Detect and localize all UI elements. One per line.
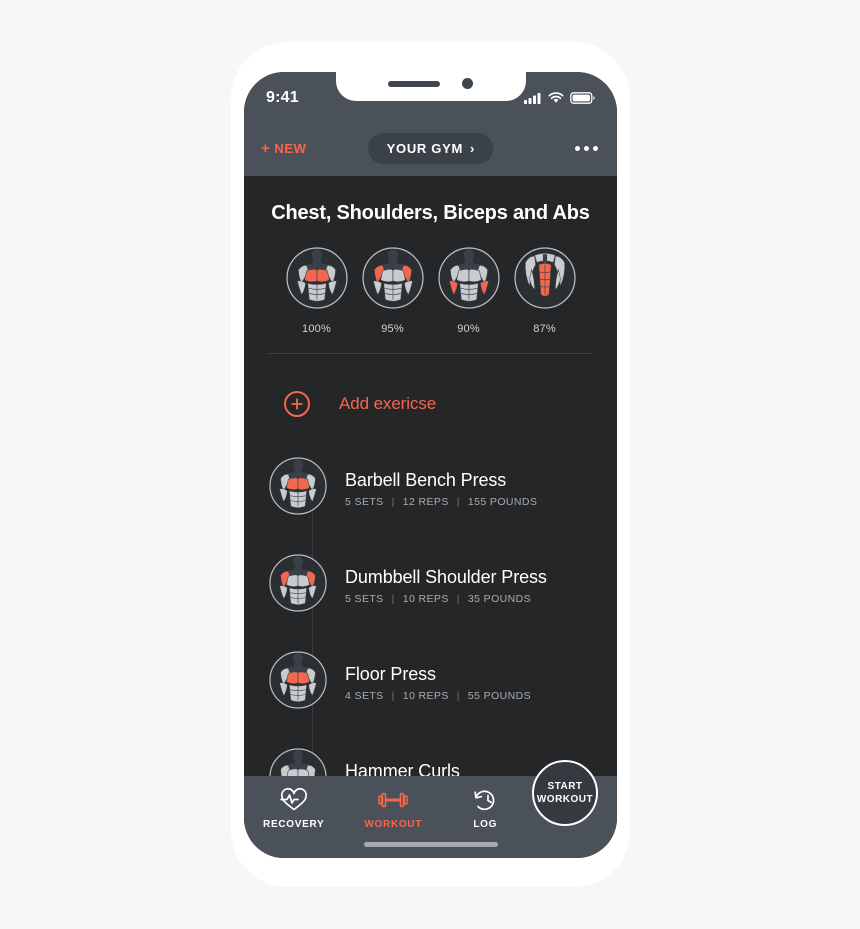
bottom-tab-bar: RECOVERY WORKOUT LOG START WORKOUT xyxy=(244,760,617,858)
exercise-list: Add exericse Barbell Bench Press 5 SETS xyxy=(244,354,617,824)
page-title: Chest, Shoulders, Biceps and Abs xyxy=(271,202,590,224)
exercise-info: Barbell Bench Press 5 SETS | 12 REPS | 1… xyxy=(345,470,537,508)
exercise-thumbnail-chest xyxy=(269,457,327,520)
exercise-row[interactable]: Dumbbell Shoulder Press 5 SETS | 10 REPS… xyxy=(244,537,617,634)
muscle-diagram-chest xyxy=(285,247,348,314)
exercise-reps: 10 REPS xyxy=(402,592,449,605)
muscle-summary-item[interactable]: 90% xyxy=(437,247,500,335)
status-icons xyxy=(524,92,595,104)
exercise-sets: 5 SETS xyxy=(345,592,384,605)
main-content: Chest, Shoulders, Biceps and Abs 100% 95… xyxy=(244,176,617,824)
start-workout-line1: START xyxy=(547,780,583,792)
muscle-percent: 95% xyxy=(381,323,404,335)
more-dots-icon xyxy=(575,145,580,151)
exercise-info: Dumbbell Shoulder Press 5 SETS | 10 REPS… xyxy=(345,567,547,605)
clock-history-icon xyxy=(474,790,495,811)
tab-label-workout: WORKOUT xyxy=(364,819,423,830)
exercise-sets: 4 SETS xyxy=(345,689,384,702)
dumbbell-icon xyxy=(378,792,408,808)
muscle-summary-row: 100% 95% 90% 87% xyxy=(244,247,617,335)
exercise-info: Floor Press 4 SETS | 10 REPS | 55 POUNDS xyxy=(345,664,531,702)
exercise-meta: 5 SETS | 10 REPS | 35 POUNDS xyxy=(345,593,547,605)
plus-icon: + xyxy=(261,139,271,157)
exercise-row[interactable]: Floor Press 4 SETS | 10 REPS | 55 POUNDS xyxy=(244,634,617,731)
your-gym-selector[interactable]: YOUR GYM › xyxy=(367,132,494,164)
meta-separator: | xyxy=(456,495,460,508)
muscle-summary-item[interactable]: 87% xyxy=(513,247,576,335)
exercise-weight: 55 POUNDS xyxy=(467,689,531,702)
battery-icon xyxy=(570,92,595,104)
tab-log[interactable]: LOG xyxy=(443,788,528,830)
new-button[interactable]: + NEW xyxy=(261,141,307,156)
phone-screen: 9:41 + NEW YOUR GYM › Chest, Shoulders, … xyxy=(244,72,617,858)
meta-separator: | xyxy=(391,689,395,702)
start-workout-line2: WORKOUT xyxy=(536,794,594,805)
muscle-percent: 90% xyxy=(457,323,480,335)
top-navigation-bar: + NEW YOUR GYM › xyxy=(244,120,617,176)
wifi-icon xyxy=(548,92,564,103)
add-exercise-row[interactable]: Add exericse xyxy=(244,368,617,440)
muscle-percent: 100% xyxy=(302,323,331,335)
add-exercise-label: Add exericse xyxy=(339,394,437,413)
exercise-name: Barbell Bench Press xyxy=(345,469,507,490)
more-dots-icon xyxy=(593,145,598,151)
home-indicator[interactable] xyxy=(363,842,498,847)
chevron-right-icon: › xyxy=(470,140,475,156)
meta-separator: | xyxy=(391,495,395,508)
meta-separator: | xyxy=(456,689,460,702)
exercise-weight: 155 POUNDS xyxy=(467,495,538,508)
phone-frame: 9:41 + NEW YOUR GYM › Chest, Shoulders, … xyxy=(231,42,630,887)
exercise-name: Floor Press xyxy=(345,663,436,684)
exercise-weight: 35 POUNDS xyxy=(467,592,531,605)
exercise-sets: 5 SETS xyxy=(345,495,384,508)
muscle-diagram-shoulders xyxy=(361,247,424,314)
heart-pulse-icon xyxy=(279,788,307,811)
plus-circle-icon xyxy=(284,391,310,417)
muscle-diagram-biceps xyxy=(437,247,500,314)
exercise-reps: 10 REPS xyxy=(402,689,449,702)
new-button-label: NEW xyxy=(274,140,307,156)
muscle-percent: 87% xyxy=(533,323,556,335)
status-time: 9:41 xyxy=(266,89,299,106)
muscle-summary-item[interactable]: 100% xyxy=(285,247,348,335)
exercise-meta: 4 SETS | 10 REPS | 55 POUNDS xyxy=(345,690,531,702)
phone-notch xyxy=(335,72,526,101)
tab-label-log: LOG xyxy=(473,819,498,830)
exercise-thumbnail-shoulders xyxy=(269,554,327,617)
meta-separator: | xyxy=(456,592,460,605)
tab-label-recovery: RECOVERY xyxy=(263,819,325,830)
exercise-thumbnail-chest xyxy=(269,651,327,714)
tab-workout[interactable]: WORKOUT xyxy=(343,788,442,830)
muscle-summary-item[interactable]: 95% xyxy=(361,247,424,335)
your-gym-label: YOUR GYM xyxy=(386,140,464,156)
more-dots-icon xyxy=(584,145,589,151)
speaker-slot xyxy=(388,80,440,87)
more-options-button[interactable] xyxy=(573,138,600,159)
exercise-name: Dumbbell Shoulder Press xyxy=(345,566,547,587)
signal-icon xyxy=(524,93,541,104)
muscle-diagram-abs xyxy=(513,247,576,314)
exercise-meta: 5 SETS | 12 REPS | 155 POUNDS xyxy=(345,496,537,508)
front-camera-icon xyxy=(462,78,473,89)
exercise-reps: 12 REPS xyxy=(402,495,449,508)
start-workout-button[interactable]: START WORKOUT xyxy=(532,760,598,826)
meta-separator: | xyxy=(391,592,395,605)
tab-recovery[interactable]: RECOVERY xyxy=(244,788,343,830)
exercise-row[interactable]: Barbell Bench Press 5 SETS | 12 REPS | 1… xyxy=(244,440,617,537)
